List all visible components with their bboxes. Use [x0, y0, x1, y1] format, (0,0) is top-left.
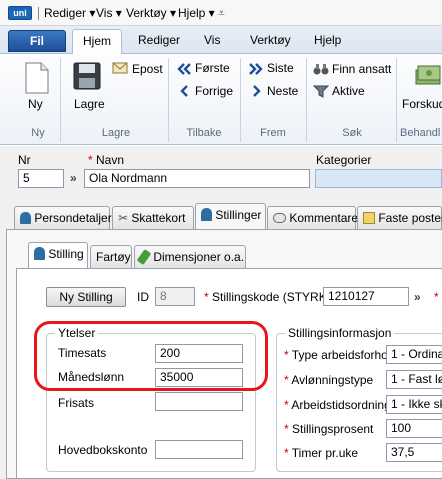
stillingsprosent-label: * Stillingsprosent — [284, 422, 374, 436]
title-separator — [38, 7, 39, 20]
finn-ansatt-button[interactable]: Finn ansatt — [332, 62, 391, 76]
app-logo: uni — [8, 6, 32, 20]
tools-icon: ✂ — [118, 211, 129, 225]
ribbon-tab-row — [0, 26, 442, 54]
hovedbokskonto-field[interactable] — [155, 440, 243, 459]
menu-hjelp[interactable]: Hjelp ▾ — [178, 6, 215, 20]
kategorier-field[interactable] — [315, 169, 442, 188]
group-label-behandl: Behandl — [400, 127, 441, 139]
group-separator — [168, 58, 169, 142]
id-field: 8 — [155, 287, 195, 306]
tab-rediger[interactable]: Rediger — [138, 33, 180, 47]
notepad-icon — [363, 212, 375, 224]
stillingsinformasjon-legend: Stillingsinformasjon — [288, 326, 392, 340]
tab-faste-poster[interactable]: Faste poster — [357, 206, 442, 230]
person-icon — [20, 212, 31, 224]
lagre-button[interactable]: Lagre — [74, 97, 105, 111]
neste-button[interactable]: Neste — [267, 84, 298, 98]
forste-button[interactable]: Første — [195, 61, 230, 75]
group-label-frem: Frem — [260, 127, 286, 139]
last-record-icon[interactable] — [248, 62, 264, 79]
stillingskode-field[interactable]: 1210127 — [323, 287, 409, 306]
money-stack-icon[interactable] — [414, 62, 442, 93]
menu-vis[interactable]: Vis ▾ — [96, 6, 122, 20]
type-arbeidsforhold-select[interactable]: 1 - Ordinæ — [386, 345, 442, 364]
tab-hjem[interactable]: Hjem — [72, 29, 122, 55]
avlonningstype-label: * Avlønningstype — [284, 373, 374, 387]
tab-persondetaljer[interactable]: Persondetaljer — [14, 206, 112, 230]
subtab-stilling[interactable]: Stilling — [28, 242, 88, 269]
navn-label: * Navn — [88, 153, 125, 167]
group-label-tilbake: Tilbake — [186, 127, 222, 139]
frisats-field[interactable] — [155, 392, 243, 411]
menu-rediger[interactable]: Rediger ▾ — [44, 6, 95, 20]
forrige-button[interactable]: Forrige — [195, 84, 233, 98]
group-separator — [396, 58, 397, 142]
subtab-dimensjoner[interactable]: Dimensjoner o.a. — [134, 245, 246, 269]
nr-jump-button[interactable]: » — [70, 171, 77, 185]
id-label: ID — [137, 290, 149, 304]
previous-record-icon[interactable] — [178, 84, 190, 101]
stillingskode-jump-button[interactable]: » — [414, 290, 421, 304]
nr-field[interactable]: 5 — [18, 169, 64, 188]
tab-kommentarer[interactable]: Kommentarer — [267, 206, 362, 230]
group-separator — [60, 58, 61, 142]
group-separator — [240, 58, 241, 142]
arbeidstidsordning-select[interactable]: 1 - Ikke sk — [386, 395, 442, 414]
timer-pr-uke-field[interactable]: 37,5 — [386, 443, 442, 462]
epost-button[interactable]: Epost — [132, 62, 163, 76]
group-label-lagre: Lagre — [101, 127, 131, 139]
menu-verktoy[interactable]: Verktøy ▾ — [126, 6, 176, 20]
kategorier-label: Kategorier — [316, 153, 372, 167]
subtab-fartoy[interactable]: Fartøy — [90, 245, 132, 269]
speech-bubble-icon — [273, 213, 286, 223]
nr-label: Nr — [18, 153, 31, 167]
arbeidstidsordning-label: * Arbeidstidsordning — [284, 398, 391, 412]
binoculars-icon[interactable] — [313, 62, 329, 79]
group-separator — [306, 58, 307, 142]
forskudd-button[interactable]: Forskud — [402, 97, 442, 111]
group-label-ny: Ny — [31, 127, 45, 139]
tab-stillinger[interactable]: Stillinger — [195, 203, 266, 230]
group-label-sok: Søk — [342, 127, 362, 139]
avlonningstype-select[interactable]: 1 - Fast løn — [386, 370, 442, 389]
frisats-label: Frisats — [58, 396, 94, 410]
first-record-icon[interactable] — [176, 62, 192, 79]
next-record-icon[interactable] — [251, 84, 263, 101]
tab-hjelp[interactable]: Hjelp — [314, 33, 341, 47]
timer-pr-uke-label: * Timer pr.uke — [284, 446, 359, 460]
stillingsprosent-field[interactable]: 100 — [386, 419, 442, 438]
type-arbeidsforhold-label: * Type arbeidsforhold — [284, 348, 398, 362]
navn-field[interactable]: Ola Nordmann — [84, 169, 310, 188]
aktive-button[interactable]: Aktive — [332, 84, 365, 98]
tab-skattekort[interactable]: ✂ Skattekort — [112, 206, 194, 230]
tab-vis[interactable]: Vis — [204, 33, 220, 47]
stillingskode-label: * Stillingskode (STYRK) — [204, 290, 331, 304]
highlight-annotation — [34, 321, 268, 391]
pin-icon — [136, 248, 152, 266]
worker-icon — [34, 247, 45, 260]
hovedbokskonto-label: Hovedbokskonto — [58, 443, 148, 457]
filter-icon[interactable] — [312, 84, 330, 101]
email-icon[interactable] — [112, 61, 128, 78]
quick-access-overflow-icon[interactable]: ⩡ — [218, 6, 225, 21]
worker-icon — [201, 208, 212, 221]
ny-button[interactable]: Ny — [28, 97, 43, 111]
required-marker: * — [434, 290, 439, 304]
ny-stilling-button[interactable]: Ny Stilling — [46, 287, 126, 307]
file-menu-button[interactable]: Fil — [8, 30, 66, 52]
floppy-disk-icon[interactable] — [73, 62, 101, 93]
siste-button[interactable]: Siste — [267, 61, 294, 75]
new-document-icon[interactable] — [24, 62, 50, 97]
tab-verktoy[interactable]: Verktøy — [250, 33, 291, 47]
